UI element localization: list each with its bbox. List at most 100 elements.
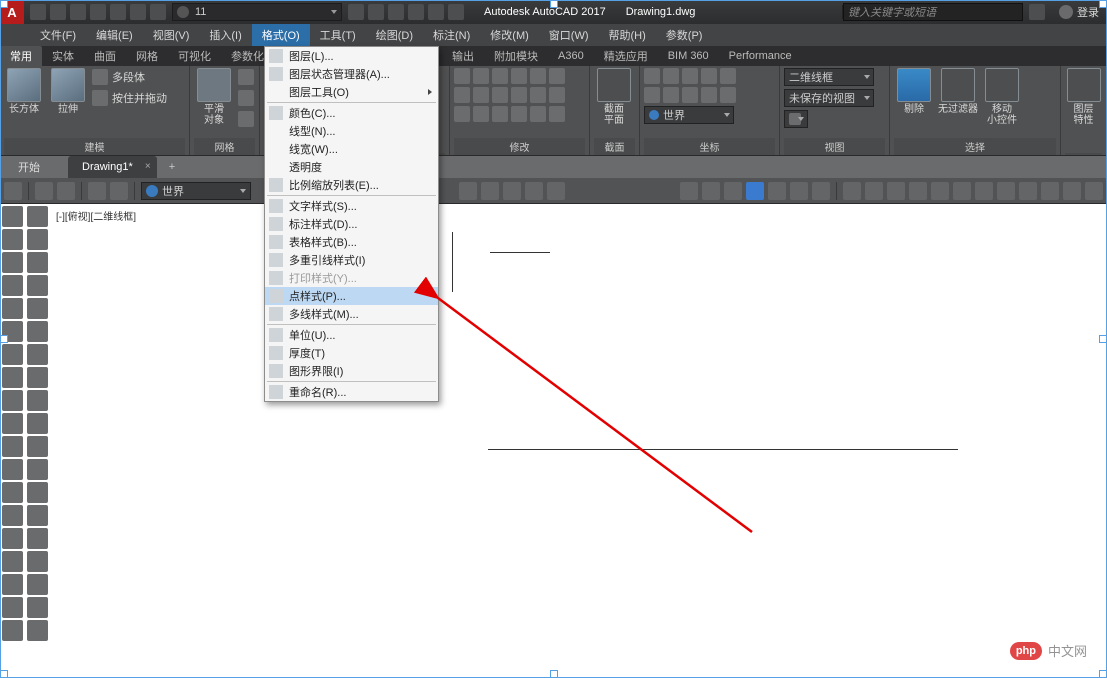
ribbon-tab-15[interactable]: Performance — [719, 46, 802, 66]
camera-icon[interactable] — [525, 182, 543, 200]
qat-misc4-icon[interactable] — [448, 4, 464, 20]
menu-item[interactable]: 厚度(T) — [265, 344, 438, 362]
menu-帮助[interactable]: 帮助(H) — [599, 24, 656, 46]
menu-item[interactable]: 比例缩放列表(E)... — [265, 176, 438, 194]
ribbon-tab-1[interactable]: 实体 — [42, 46, 84, 66]
vtool-icon[interactable] — [2, 344, 23, 365]
menu-格式[interactable]: 格式(O) — [252, 24, 310, 46]
qat-open-icon[interactable] — [50, 4, 66, 20]
viewport-label[interactable]: [-][俯视][二维线框] — [56, 208, 136, 223]
layerprops-button[interactable]: 图层 特性 — [1065, 68, 1102, 126]
app-icon[interactable]: A — [0, 0, 24, 24]
menu-文件[interactable]: 文件(F) — [30, 24, 86, 46]
vtool-icon[interactable] — [2, 620, 23, 641]
snap-icon[interactable] — [459, 182, 477, 200]
menu-item[interactable]: 表格样式(B)... — [265, 233, 438, 251]
ucs-ico[interactable] — [720, 68, 736, 84]
menu-item[interactable]: 线宽(W)... — [265, 140, 438, 158]
vs-concept-icon[interactable] — [768, 182, 786, 200]
nav-icon[interactable] — [35, 182, 53, 200]
vs-sketch-icon[interactable] — [812, 182, 830, 200]
ucs-l-icon[interactable] — [88, 182, 106, 200]
ucs-ico[interactable] — [701, 87, 717, 103]
smooth-button[interactable]: 平滑 对象 — [194, 68, 234, 126]
modify-ico[interactable] — [511, 87, 527, 103]
vs-wire-icon[interactable] — [680, 182, 698, 200]
qat-saveas-icon[interactable] — [90, 4, 106, 20]
vtool-icon[interactable] — [2, 413, 23, 434]
drawing-canvas[interactable]: [-][俯视][二维线框] — [50, 204, 1107, 678]
viewport-toggle[interactable] — [784, 110, 808, 128]
vtool-icon[interactable] — [2, 321, 23, 342]
panel-label-mesh[interactable]: 网格 — [194, 138, 255, 155]
menu-item[interactable]: 标注样式(D)... — [265, 215, 438, 233]
ucs-ico[interactable] — [682, 68, 698, 84]
modify-ico[interactable] — [530, 87, 546, 103]
nav-icon[interactable] — [57, 182, 75, 200]
tool-icon[interactable] — [843, 182, 861, 200]
world-combo[interactable]: 世界 — [141, 182, 251, 200]
login-button[interactable]: 登录 — [1059, 4, 1099, 20]
tool-icon[interactable] — [931, 182, 949, 200]
vtool-icon[interactable] — [2, 459, 23, 480]
menu-item[interactable]: 点样式(P)... — [265, 287, 438, 305]
vtool-icon[interactable] — [27, 298, 48, 319]
qat-save-icon[interactable] — [70, 4, 86, 20]
ucs-ico[interactable] — [644, 87, 660, 103]
menu-修改[interactable]: 修改(M) — [480, 24, 539, 46]
modify-ico[interactable] — [473, 68, 489, 84]
ucs-combo[interactable]: 世界 — [644, 106, 734, 124]
menu-绘图[interactable]: 绘图(D) — [366, 24, 423, 46]
vtool-icon[interactable] — [2, 482, 23, 503]
menu-窗口[interactable]: 窗口(W) — [539, 24, 599, 46]
ucs-ico[interactable] — [644, 68, 660, 84]
tool-icon[interactable] — [1063, 182, 1081, 200]
close-icon[interactable]: × — [145, 161, 151, 172]
visualstyle-combo[interactable]: 二维线框 — [784, 68, 874, 86]
savedview-combo[interactable]: 未保存的视图 — [784, 89, 874, 107]
vtool-icon[interactable] — [2, 390, 23, 411]
tool-icon[interactable] — [909, 182, 927, 200]
vtool-icon[interactable] — [2, 298, 23, 319]
modify-ico[interactable] — [549, 87, 565, 103]
qat-redo-icon[interactable] — [150, 4, 166, 20]
vtool-icon[interactable] — [2, 574, 23, 595]
qat-misc1-icon[interactable] — [388, 4, 404, 20]
modify-ico[interactable] — [492, 68, 508, 84]
modify-ico[interactable] — [530, 106, 546, 122]
vtool-icon[interactable] — [2, 528, 23, 549]
mesh-ico1[interactable] — [238, 69, 254, 85]
vtool-icon[interactable] — [27, 321, 48, 342]
vtool-icon[interactable] — [27, 459, 48, 480]
modify-ico[interactable] — [530, 68, 546, 84]
ribbon-tab-3[interactable]: 网格 — [126, 46, 168, 66]
modify-ico[interactable] — [511, 68, 527, 84]
ucs-ico[interactable] — [663, 87, 679, 103]
vs-xray-icon[interactable] — [790, 182, 808, 200]
vtool-icon[interactable] — [27, 505, 48, 526]
ribbon-tab-14[interactable]: BIM 360 — [658, 46, 719, 66]
qat-misc2-icon[interactable] — [408, 4, 424, 20]
mesh-ico2[interactable] — [238, 90, 254, 106]
polysolid-button[interactable]: 多段体 — [92, 68, 167, 86]
vtool-icon[interactable] — [2, 551, 23, 572]
presspull-button[interactable]: 按住并拖动 — [92, 89, 167, 107]
menu-插入[interactable]: 插入(I) — [199, 24, 251, 46]
menu-参数[interactable]: 参数(P) — [656, 24, 713, 46]
modify-ico[interactable] — [454, 106, 470, 122]
ucs-ico[interactable] — [682, 87, 698, 103]
vtool-icon[interactable] — [2, 505, 23, 526]
vtool-icon[interactable] — [27, 574, 48, 595]
vtool-icon[interactable] — [27, 436, 48, 457]
add-tab-button[interactable]: + — [161, 156, 183, 178]
workspace-combo[interactable]: 11 — [172, 3, 342, 21]
qat-share-icon[interactable] — [348, 4, 364, 20]
modify-ico[interactable] — [492, 87, 508, 103]
vs-hidden-icon[interactable] — [702, 182, 720, 200]
vtool-icon[interactable] — [2, 229, 23, 250]
panel-label-view[interactable]: 视图 — [784, 138, 885, 155]
ribbon-tab-11[interactable]: 附加模块 — [484, 46, 548, 66]
tool-icon[interactable] — [887, 182, 905, 200]
ribbon-tab-13[interactable]: 精选应用 — [594, 46, 658, 66]
menu-item[interactable]: 图层工具(O) — [265, 83, 438, 101]
